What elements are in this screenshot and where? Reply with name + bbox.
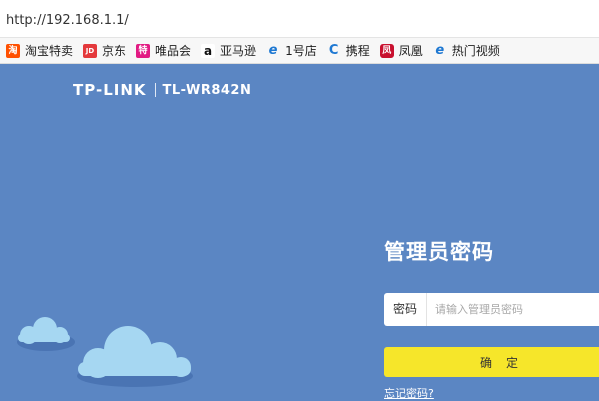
amazon-icon: a (201, 43, 216, 58)
ctrip-icon: C (328, 42, 339, 58)
router-login-page: TP-LINK TL-WR842N 管理员密码 密码 确定 忘记密码? (0, 64, 599, 401)
bookmark-label: 携程 (345, 44, 370, 58)
large-cloud-icon (77, 326, 193, 387)
password-field: 密码 (384, 293, 599, 326)
tp-link-logo: TP-LINK TL-WR842N (73, 81, 251, 99)
jd-icon: JD (83, 43, 98, 58)
vip-icon: 特 (136, 43, 151, 58)
password-input[interactable] (427, 294, 599, 325)
small-cloud-icon (17, 317, 75, 351)
clouds-illustration (17, 317, 193, 387)
bookmark-taobao[interactable]: 淘 淘宝特卖 (6, 42, 73, 59)
bookmark-label: 京东 (102, 44, 127, 58)
ie-icon: e (268, 42, 278, 58)
logo-divider (154, 83, 156, 97)
bookmark-yhd[interactable]: e 1号店 (266, 42, 317, 59)
bookmark-hot-video[interactable]: e 热门视频 (433, 42, 500, 59)
ifeng-icon: 凤 (379, 43, 394, 58)
bookmark-label: 亚马逊 (220, 44, 257, 58)
ie-icon: e (435, 42, 445, 58)
bookmark-label: 凤凰 (398, 44, 423, 58)
bookmark-jd[interactable]: JD 京东 (83, 42, 126, 59)
forgot-password-link[interactable]: 忘记密码? (384, 385, 434, 401)
confirm-button[interactable]: 确定 (384, 347, 599, 377)
address-bar (0, 0, 599, 38)
bookmark-label: 淘宝特卖 (25, 44, 74, 58)
bookmarks-bar: 淘 淘宝特卖 JD 京东 特 唯品会 a 亚马逊 e 1号店 C 携程 凤 凤凰… (0, 38, 599, 64)
taobao-icon: 淘 (6, 43, 20, 58)
bookmark-amazon[interactable]: a 亚马逊 (201, 42, 256, 59)
address-input[interactable] (6, 10, 566, 30)
page-title: 管理员密码 (384, 240, 494, 264)
brand-name: TP-LINK (73, 81, 147, 99)
bookmark-ctrip[interactable]: C 携程 (327, 42, 370, 59)
bookmark-label: 热门视频 (451, 44, 500, 58)
bookmark-vip[interactable]: 特 唯品会 (136, 42, 191, 59)
bookmark-ifeng[interactable]: 凤 凤凰 (379, 42, 423, 59)
model-name: TL-WR842N (162, 82, 252, 98)
password-label: 密码 (384, 293, 427, 326)
bookmark-label: 唯品会 (155, 44, 192, 58)
bookmark-label: 1号店 (285, 44, 317, 58)
